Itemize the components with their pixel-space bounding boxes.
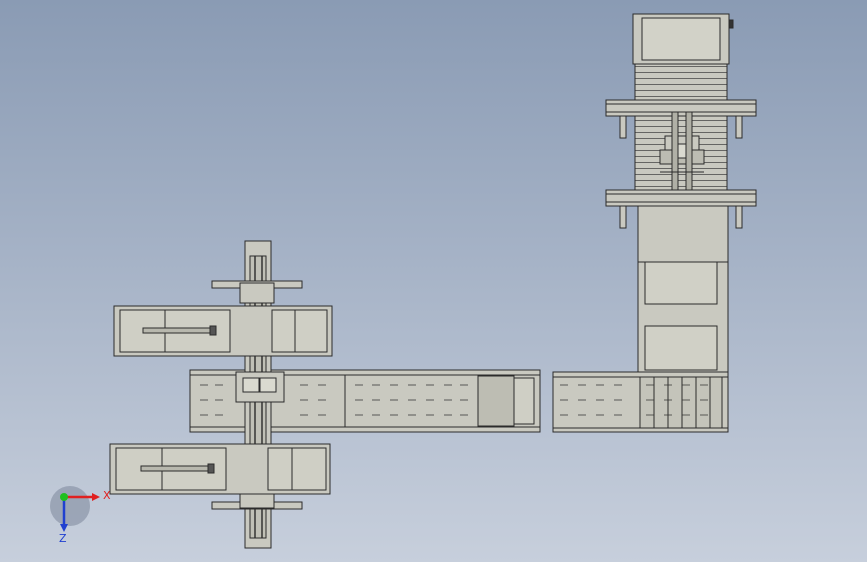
x-axis-label: X [103, 489, 111, 502]
upper-side-table[interactable] [113, 305, 333, 357]
upper-crossbar [605, 99, 757, 117]
upper-roller-section [634, 63, 728, 101]
gantry-carriage-top [239, 282, 275, 304]
y-axis-marker [60, 493, 68, 501]
lower-side-table[interactable] [109, 443, 331, 495]
top-feed-handle [728, 19, 734, 29]
cad-viewport[interactable]: X Z [0, 0, 867, 562]
lower-crossbar [605, 189, 757, 207]
x-axis-arrowhead [92, 493, 100, 501]
triad-shadow [50, 486, 90, 526]
z-axis-arrowhead [60, 524, 68, 532]
top-feed-panel [641, 17, 721, 61]
axis-triad[interactable]: X Z [50, 486, 111, 545]
z-axis-label: Z [59, 532, 67, 545]
right-vertical-conveyor[interactable] [605, 13, 757, 373]
